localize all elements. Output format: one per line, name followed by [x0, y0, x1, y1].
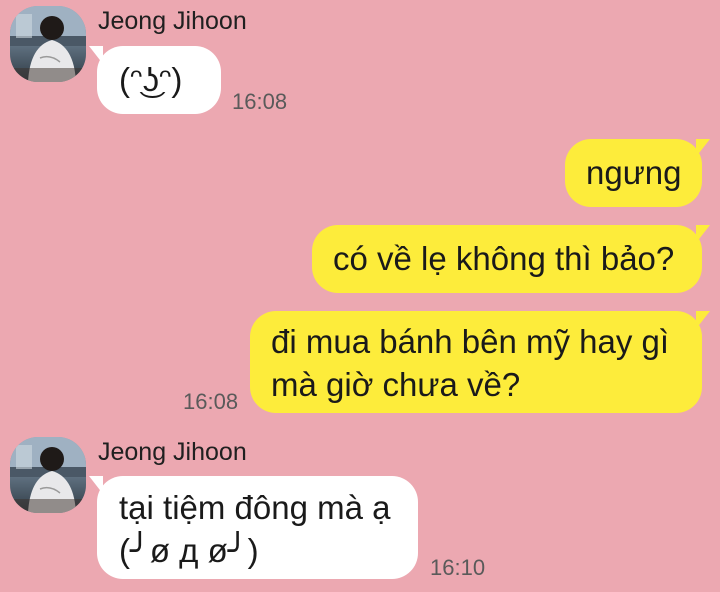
avatar-photo — [10, 437, 86, 513]
incoming-message-bubble[interactable]: tại tiệm đông mà ạ (╯ø д ø╯) — [89, 476, 418, 579]
sender-name: Jeong Jihoon — [98, 438, 247, 466]
avatar[interactable] — [10, 437, 86, 513]
outgoing-message-bubble[interactable]: ngưng — [565, 139, 710, 207]
outgoing-message-bubble[interactable]: đi mua bánh bên mỹ hay gì mà giờ chưa về… — [250, 311, 710, 413]
avatar[interactable] — [10, 6, 86, 82]
message-timestamp: 16:08 — [183, 389, 239, 414]
outgoing-message-bubble[interactable]: có về lẹ không thì bảo? — [312, 225, 710, 293]
avatar-photo — [10, 6, 86, 82]
incoming-message-bubble[interactable]: (ᵔ͜ʖᵔ) — [89, 46, 221, 114]
message-timestamp: 16:08 — [232, 89, 288, 114]
message-timestamp: 16:10 — [430, 555, 486, 580]
sender-name: Jeong Jihoon — [98, 7, 247, 35]
